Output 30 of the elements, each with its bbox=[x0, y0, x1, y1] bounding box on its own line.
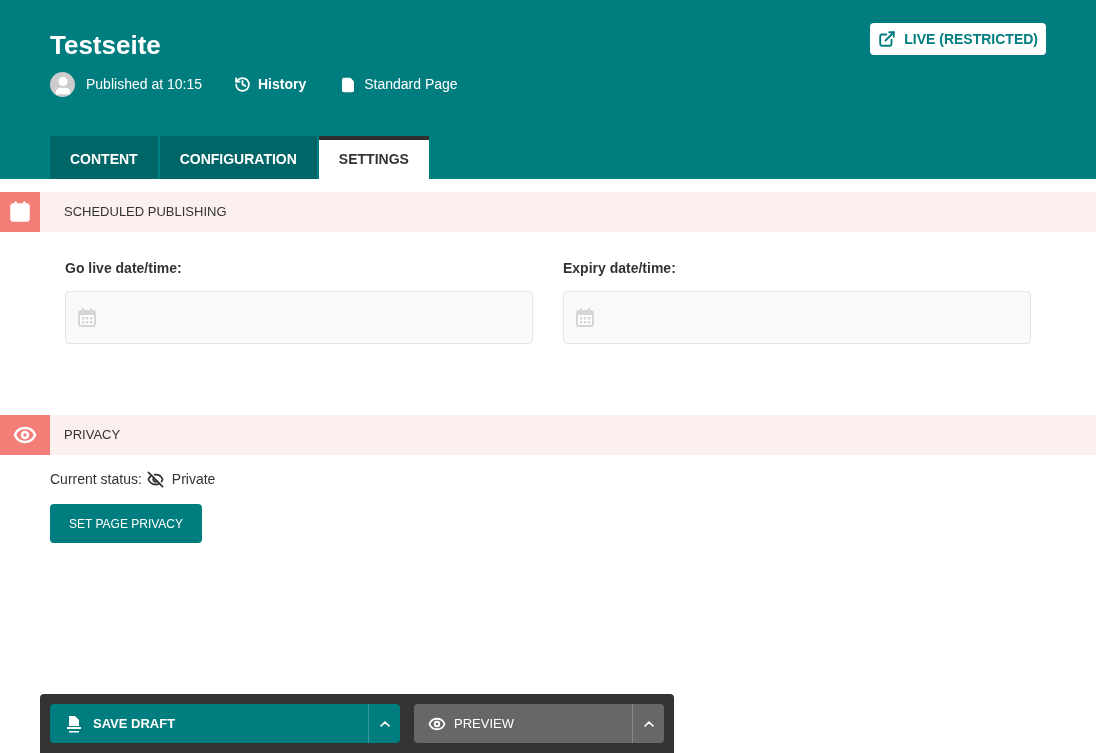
privacy-status: Private bbox=[171, 470, 216, 489]
history-icon bbox=[234, 76, 251, 93]
external-link-icon bbox=[878, 30, 897, 48]
tab[interactable]: CONFIGURATION bbox=[159, 136, 317, 179]
field-label: Go live date/time: bbox=[65, 259, 183, 278]
tab[interactable]: SETTINGS bbox=[318, 136, 429, 179]
history-link[interactable]: History bbox=[258, 74, 307, 95]
page-title: Testseite bbox=[50, 29, 161, 62]
document-icon bbox=[340, 76, 357, 93]
avatar-icon bbox=[50, 72, 75, 97]
field-label: Expiry date/time: bbox=[563, 259, 677, 278]
save-draft-button[interactable]: SAVE DRAFT bbox=[50, 704, 368, 743]
publish-status: Published at 10:15 bbox=[86, 75, 202, 94]
draft-document-icon bbox=[65, 714, 83, 733]
save-options-button[interactable] bbox=[368, 704, 400, 743]
date-field[interactable] bbox=[65, 291, 533, 344]
calendar-icon bbox=[573, 305, 597, 330]
live-button[interactable]: LIVE (RESTRICTED) bbox=[870, 23, 1046, 55]
calendar-icon bbox=[75, 305, 99, 330]
eye-off-icon bbox=[146, 471, 164, 488]
set-privacy-button[interactable]: SET PAGE PRIVACY bbox=[50, 504, 203, 543]
date-field[interactable] bbox=[563, 291, 1031, 344]
page-type: Standard Page bbox=[364, 75, 458, 94]
preview-button[interactable]: PREVIEW bbox=[414, 704, 632, 743]
section-title: PRIVACY bbox=[64, 426, 121, 445]
calendar-icon bbox=[7, 199, 33, 225]
tab[interactable]: CONTENT bbox=[50, 136, 158, 179]
preview-options-button[interactable] bbox=[632, 704, 664, 743]
section-title: SCHEDULED PUBLISHING bbox=[64, 203, 227, 222]
status-label: Current status: bbox=[50, 470, 142, 489]
